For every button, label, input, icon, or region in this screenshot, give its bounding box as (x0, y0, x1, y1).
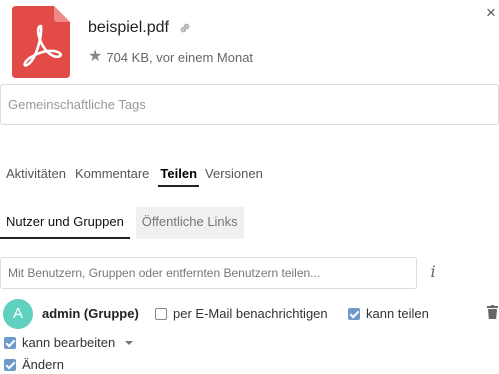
chevron-down-icon[interactable] (125, 340, 134, 345)
subtab-public-links[interactable]: Öffentliche Links (135, 207, 244, 239)
can-edit-checkbox[interactable] (4, 336, 16, 349)
info-icon[interactable]: i (427, 262, 439, 282)
sharing-subtabs: Nutzer und Gruppen Öffentliche Links (0, 207, 250, 239)
share-search-input[interactable]: Mit Benutzern, Gruppen oder entfernten B… (0, 257, 417, 289)
avatar: A (3, 299, 33, 329)
tab-comments[interactable]: Kommentare (75, 164, 149, 187)
can-edit-option[interactable]: kann bearbeiten (4, 335, 134, 350)
change-option[interactable]: Ändern (4, 357, 64, 372)
file-name: beispiel.pdf (88, 19, 169, 36)
subtab-users-groups[interactable]: Nutzer und Gruppen (0, 207, 130, 239)
can-share-label: kann teilen (366, 306, 429, 321)
can-edit-label: kann bearbeiten (22, 335, 116, 350)
tags-placeholder: Gemeinschaftliche Tags (8, 97, 146, 112)
share-search-placeholder: Mit Benutzern, Gruppen oder entfernten B… (8, 266, 321, 280)
file-name-row: beispiel.pdf (88, 19, 192, 37)
email-notify-checkbox[interactable] (155, 307, 167, 320)
tab-activities[interactable]: Aktivitäten (6, 164, 66, 187)
star-icon[interactable]: ★ (88, 49, 102, 65)
tab-versions[interactable]: Versionen (205, 164, 263, 187)
can-share-option[interactable]: kann teilen (348, 306, 429, 321)
tab-sharing[interactable]: Teilen (158, 164, 200, 187)
sidebar-tabs: Aktivitäten Kommentare Teilen Versionen (6, 164, 272, 187)
close-icon[interactable]: × (486, 4, 498, 21)
can-share-checkbox[interactable] (348, 307, 360, 320)
tags-input[interactable]: Gemeinschaftliche Tags (0, 84, 499, 125)
file-meta: 704 KB, vor einem Monat (106, 49, 254, 65)
link-icon[interactable] (178, 21, 192, 35)
change-checkbox[interactable] (4, 358, 16, 371)
share-recipient-name: admin (Gruppe) (42, 306, 139, 321)
file-meta-row: ★ 704 KB, vor einem Monat (88, 49, 253, 65)
pdf-icon (12, 6, 70, 78)
change-label: Ändern (22, 357, 64, 372)
email-notify-label: per E-Mail benachrichtigen (173, 306, 328, 321)
trash-icon[interactable] (487, 305, 498, 319)
email-notify-option[interactable]: per E-Mail benachrichtigen (155, 306, 328, 321)
